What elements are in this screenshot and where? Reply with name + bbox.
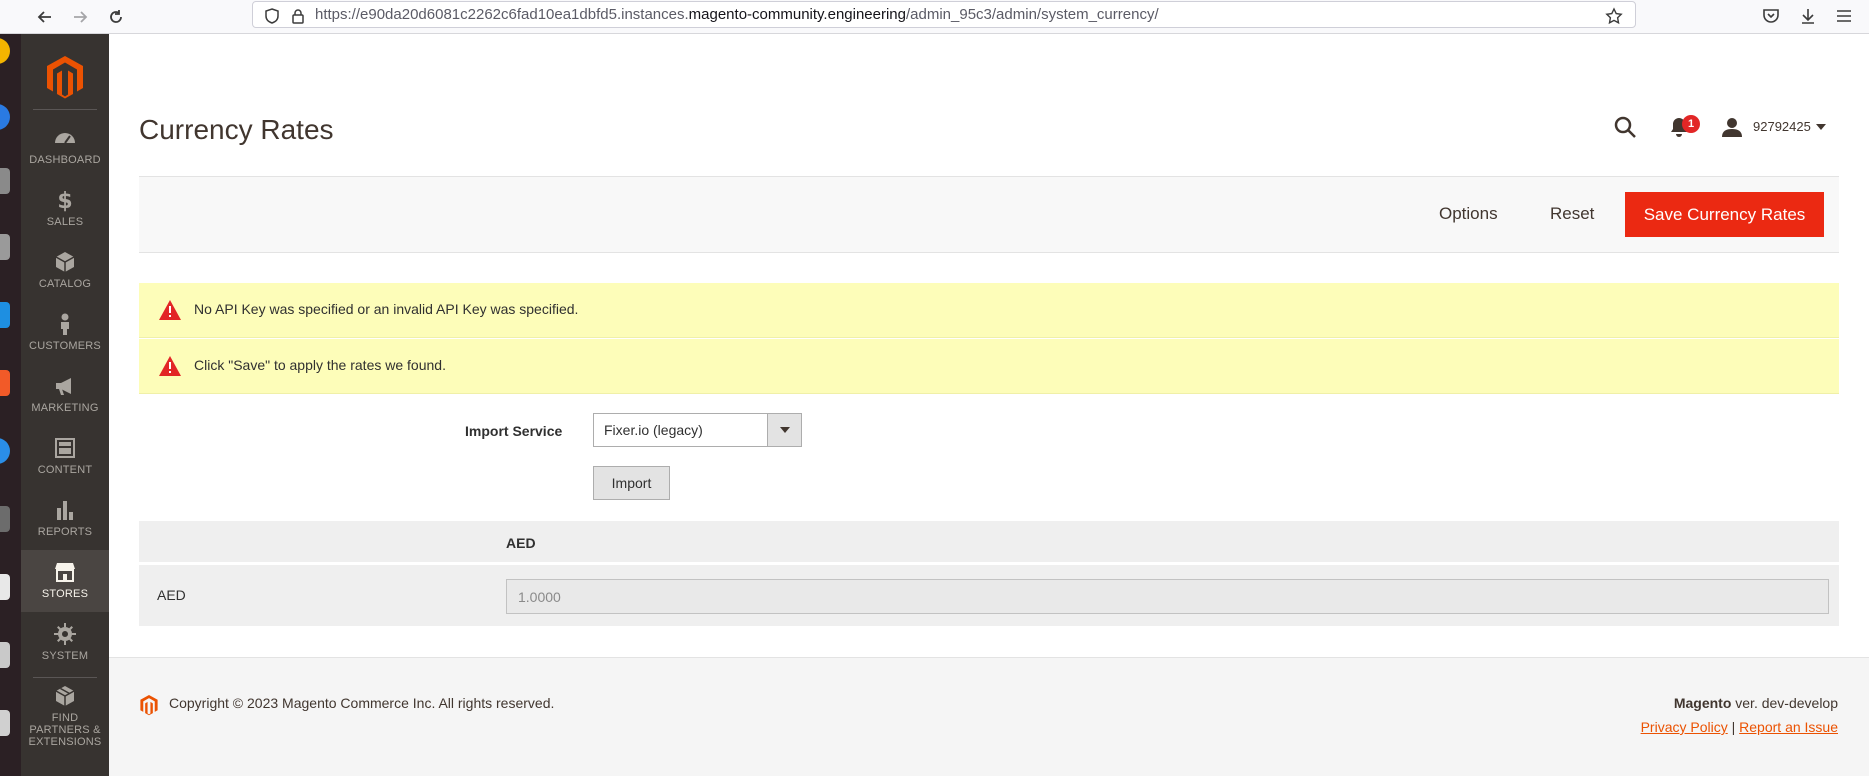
forward-icon[interactable] <box>67 4 93 30</box>
sidebar-item-label: REPORTS <box>37 526 93 538</box>
link-separator: | <box>1731 719 1736 735</box>
dock-app-icon[interactable] <box>0 302 10 328</box>
user-avatar-icon[interactable] <box>1722 117 1742 137</box>
chevron-down-icon[interactable] <box>1816 124 1826 130</box>
footer-links: Privacy Policy | Report an Issue <box>1641 719 1838 735</box>
bar-chart-icon <box>57 501 73 520</box>
rate-input[interactable]: 1.0000 <box>506 579 1829 614</box>
dollar-icon: $ <box>57 189 72 212</box>
boxes-icon <box>55 686 75 706</box>
version-label: ver. dev-develop <box>1731 695 1838 711</box>
dashboard-icon <box>55 133 75 144</box>
import-service-label: Import Service <box>465 423 563 439</box>
options-button[interactable]: Options <box>1439 204 1498 224</box>
sidebar-item-label: CUSTOMERS <box>29 340 101 352</box>
lock-icon[interactable] <box>289 7 307 25</box>
page-title: Currency Rates <box>139 114 334 145</box>
sidebar-item-dashboard[interactable]: DASHBOARD <box>21 116 109 178</box>
layout-icon <box>55 438 75 458</box>
pocket-icon[interactable] <box>1761 6 1781 26</box>
box-icon <box>55 252 75 272</box>
warning-icon <box>159 356 181 376</box>
sidebar-item-system[interactable]: SYSTEM <box>21 612 109 674</box>
warning-message: No API Key was specified or an invalid A… <box>139 283 1839 338</box>
page-actions-bar: Options Reset Save Currency Rates <box>139 176 1839 253</box>
row-currency-label: AED <box>157 587 186 603</box>
reload-icon[interactable] <box>103 4 129 30</box>
import-service-select[interactable]: Fixer.io (legacy) <box>593 413 802 447</box>
sidebar-item-reports[interactable]: REPORTS <box>21 488 109 550</box>
search-icon[interactable] <box>1613 115 1637 139</box>
svg-text:$: $ <box>57 189 72 212</box>
sidebar-item-customers[interactable]: CUSTOMERS <box>21 302 109 364</box>
sidebar-item-label: STORES <box>41 588 89 600</box>
sidebar-item-label: FIND PARTNERS & EXTENSIONS <box>28 712 102 748</box>
privacy-policy-link[interactable]: Privacy Policy <box>1641 719 1728 735</box>
warning-message: Click "Save" to apply the rates we found… <box>139 339 1839 394</box>
admin-sidebar: DASHBOARD $ SALES CATALOG CUSTOMERS MARK… <box>21 34 109 776</box>
magento-logo-icon <box>140 694 158 716</box>
warning-icon <box>159 300 181 320</box>
dock-app-icon[interactable] <box>0 438 10 464</box>
table-row: AED 1.0000 <box>139 565 1839 626</box>
sidebar-item-sales[interactable]: $ SALES <box>21 178 109 240</box>
magento-logo-icon[interactable] <box>45 54 85 100</box>
copyright-text: Copyright © 2023 Magento Commerce Inc. A… <box>169 695 555 711</box>
dock-app-icon[interactable] <box>0 370 10 396</box>
brand-name: Magento <box>1673 695 1732 711</box>
person-icon <box>61 313 69 335</box>
sidebar-item-content[interactable]: CONTENT <box>21 426 109 488</box>
store-icon <box>55 563 75 582</box>
dock-app-icon[interactable] <box>0 38 10 64</box>
dock-app-icon[interactable] <box>0 710 10 736</box>
notification-count-badge[interactable]: 1 <box>1682 115 1700 133</box>
report-issue-link[interactable]: Report an Issue <box>1739 719 1838 735</box>
import-button[interactable]: Import <box>593 466 670 500</box>
column-header: AED <box>506 535 536 551</box>
dock-app-icon[interactable] <box>0 168 10 194</box>
dock-app-icon[interactable] <box>0 506 10 532</box>
download-icon[interactable] <box>1798 6 1818 26</box>
dock-app-icon[interactable] <box>0 234 10 260</box>
os-dock <box>0 34 21 776</box>
back-icon[interactable] <box>32 4 58 30</box>
page-footer: Copyright © 2023 Magento Commerce Inc. A… <box>109 657 1869 776</box>
dock-app-icon[interactable] <box>0 642 10 668</box>
hamburger-menu-icon[interactable] <box>1834 6 1854 26</box>
sidebar-item-label: SALES <box>46 216 84 228</box>
version-text: Magento ver. dev-develop <box>1674 695 1838 711</box>
reset-button[interactable]: Reset <box>1550 204 1594 224</box>
sidebar-item-label: MARKETING <box>31 402 99 414</box>
message-text: No API Key was specified or an invalid A… <box>194 301 579 317</box>
dock-app-icon[interactable] <box>0 574 10 600</box>
sidebar-item-label: SYSTEM <box>41 650 89 662</box>
gear-icon <box>54 623 76 645</box>
import-service-value: Fixer.io (legacy) <box>604 422 703 438</box>
sidebar-item-catalog[interactable]: CATALOG <box>21 240 109 302</box>
shield-icon[interactable] <box>263 7 281 25</box>
megaphone-icon <box>56 378 71 395</box>
address-bar[interactable]: https://e90da20d6081c2262c6fad10ea1dbfd5… <box>252 1 1636 28</box>
chevron-down-icon[interactable] <box>767 414 801 446</box>
url-domain: magento-community.engineering <box>688 6 906 23</box>
sidebar-item-label: CONTENT <box>37 464 93 476</box>
url-text[interactable]: https://e90da20d6081c2262c6fad10ea1dbfd5… <box>315 6 1159 23</box>
message-text: Click "Save" to apply the rates we found… <box>194 357 446 373</box>
sidebar-item-label: DASHBOARD <box>29 154 101 166</box>
url-prefix: https://e90da20d6081c2262c6fad10ea1dbfd5… <box>315 6 689 23</box>
bookmark-star-icon[interactable] <box>1605 7 1623 25</box>
browser-toolbar: https://e90da20d6081c2262c6fad10ea1dbfd5… <box>0 0 1869 34</box>
sidebar-item-find-partners[interactable]: FIND PARTNERS & EXTENSIONS <box>21 674 109 754</box>
sidebar-item-stores[interactable]: STORES <box>21 550 109 612</box>
dock-app-icon[interactable] <box>0 104 10 130</box>
url-path: /admin_95c3/admin/system_currency/ <box>906 6 1159 23</box>
user-name[interactable]: 92792425 <box>1753 119 1811 134</box>
sidebar-divider <box>33 109 97 110</box>
sidebar-item-marketing[interactable]: MARKETING <box>21 364 109 426</box>
save-currency-rates-button[interactable]: Save Currency Rates <box>1625 192 1824 237</box>
sidebar-item-label: CATALOG <box>38 278 92 290</box>
rates-table-header: AED <box>139 521 1839 564</box>
